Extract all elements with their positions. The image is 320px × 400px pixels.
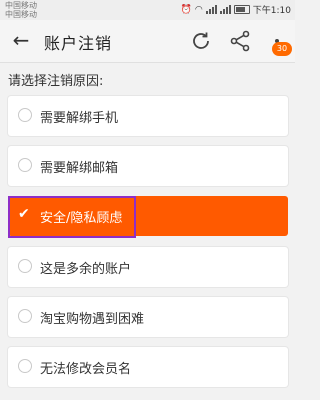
- reason-option-label: 淘宝购物遇到困难: [40, 312, 145, 327]
- status-time: 下午1:10: [252, 6, 291, 16]
- reason-option[interactable]: 这是多余的账户: [8, 247, 288, 287]
- battery-icon: [233, 5, 250, 14]
- reason-prompt: 请选择注销原因:: [8, 74, 104, 89]
- signal-icon: [219, 5, 231, 14]
- reason-option[interactable]: 无法修改会员名: [8, 347, 288, 387]
- carrier-labels: 中国移动 中国移动: [5, 1, 37, 19]
- alarm-icon: ⏰: [180, 4, 192, 15]
- radio-icon[interactable]: [18, 359, 32, 373]
- back-arrow-icon[interactable]: ←: [10, 29, 32, 51]
- signal-icon: [205, 5, 217, 14]
- status-icons: ⏰ ◠ 下午1:10: [180, 3, 291, 17]
- radio-icon[interactable]: [18, 309, 32, 323]
- app-bar: ← 账户注销 30: [0, 20, 295, 63]
- page-title: 账户注销: [44, 34, 113, 53]
- status-bar: 中国移动 中国移动 ⏰ ◠ 下午1:10: [0, 0, 295, 20]
- reason-option[interactable]: 需要解绑手机: [8, 96, 288, 136]
- wifi-icon: ◠: [194, 4, 203, 15]
- carrier-label-1: 中国移动: [5, 1, 37, 10]
- reason-option-label: 无法修改会员名: [40, 362, 132, 377]
- carrier-label-2: 中国移动: [5, 10, 37, 19]
- reason-option[interactable]: 需要解绑邮箱: [8, 146, 288, 186]
- radio-icon[interactable]: [18, 158, 32, 172]
- reason-option-label: 这是多余的账户: [40, 262, 132, 277]
- refresh-icon[interactable]: [189, 29, 213, 53]
- radio-icon[interactable]: [18, 259, 32, 273]
- reason-option[interactable]: 淘宝购物遇到困难: [8, 297, 288, 337]
- reason-option-label: 需要解绑邮箱: [40, 161, 119, 176]
- reason-option-label: 需要解绑手机: [40, 111, 119, 126]
- notification-badge: 30: [272, 42, 292, 56]
- radio-icon[interactable]: [18, 108, 32, 122]
- share-icon[interactable]: [228, 29, 252, 53]
- highlight-box: [8, 196, 136, 238]
